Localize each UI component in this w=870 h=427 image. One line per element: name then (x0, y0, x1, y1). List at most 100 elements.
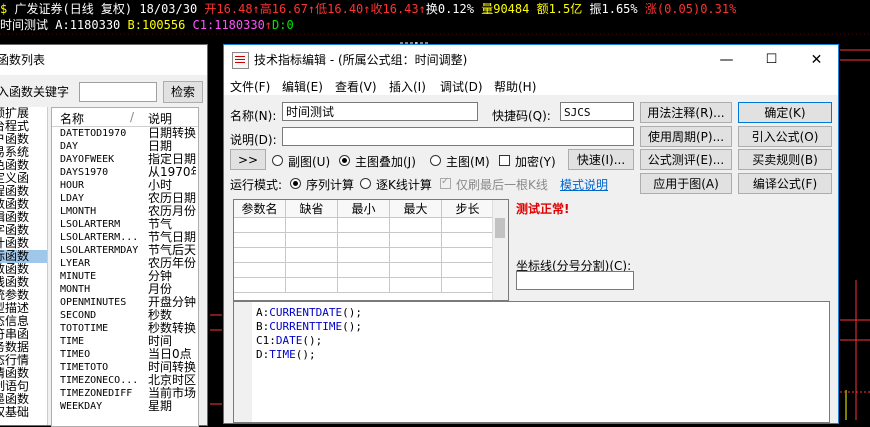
function-table[interactable]: 名称 / 说明 DATETOD1970 日期转换 DAY 日期 DAYOFWEEK 指定日… (51, 107, 199, 427)
menu-help[interactable]: 帮助(H) (494, 78, 536, 95)
evaluate-formula-button[interactable]: 公式测评(E)... (640, 149, 732, 170)
minimize-icon[interactable]: — (704, 45, 749, 75)
category-item[interactable]: 制语句 (0, 380, 47, 393)
function-row[interactable]: MINUTE 分钟 (52, 270, 198, 283)
col-desc-header[interactable]: 说明 (148, 110, 172, 127)
category-item[interactable]: 权基础 (0, 406, 47, 419)
encrypt-checkbox[interactable] (499, 155, 510, 166)
category-item[interactable]: 标函数 (0, 250, 47, 263)
apply-to-chart-button[interactable]: 应用于图(A) (640, 173, 732, 194)
radio-sequence[interactable] (290, 178, 301, 189)
function-row[interactable]: TIMEZONECO... 北京时区 (52, 374, 198, 387)
category-item[interactable]: 台程式 (0, 120, 47, 133)
category-item[interactable]: 型描述 (0, 302, 47, 315)
function-row[interactable]: TIMEZONEDIFF 当前市场 (52, 387, 198, 400)
param-cell[interactable] (338, 263, 390, 278)
category-item[interactable]: 户函数 (0, 133, 47, 146)
category-item[interactable]: 务数据 (0, 341, 47, 354)
category-item[interactable]: 态信息 (0, 315, 47, 328)
function-row[interactable]: DAYOFWEEK 指定日期 (52, 153, 198, 166)
param-cell[interactable] (234, 263, 286, 278)
category-item[interactable]: 色函数 (0, 159, 47, 172)
radio-main-overlay[interactable] (339, 155, 350, 166)
category-item[interactable]: 字函数 (0, 224, 47, 237)
shortcut-field[interactable]: SJCS (560, 102, 634, 121)
menu-file[interactable]: 文件(F) (230, 78, 270, 95)
function-row[interactable]: WEEKDAY 星期 (52, 400, 198, 413)
function-row[interactable]: DAY 日期 (52, 140, 198, 153)
function-row[interactable]: LDAY 农历日期 (52, 192, 198, 205)
category-item[interactable]: 统参数 (0, 289, 47, 302)
param-cell[interactable] (338, 233, 390, 248)
param-cell[interactable] (286, 248, 338, 263)
category-item[interactable]: 态行情 (0, 354, 47, 367)
param-cell[interactable] (442, 248, 494, 263)
category-item[interactable]: 计函数 (0, 237, 47, 250)
function-row[interactable]: TIMETOTO 时间转换 (52, 361, 198, 374)
param-cell[interactable] (286, 218, 338, 233)
radio-sub-chart[interactable] (272, 155, 283, 166)
param-cell[interactable] (286, 233, 338, 248)
param-cell[interactable] (338, 248, 390, 263)
description-field[interactable] (282, 127, 634, 146)
parameter-scrollbar[interactable] (492, 200, 508, 300)
function-row[interactable]: OPENMINUTES 开盘分钟 (52, 296, 198, 309)
param-cell[interactable] (390, 263, 442, 278)
function-row[interactable]: LMONTH 农历月份 (52, 205, 198, 218)
dialog-titlebar[interactable]: 技术指标编辑 - (所属公式组：时间调整) — ☐ ✕ (224, 45, 838, 75)
param-cell[interactable] (390, 233, 442, 248)
param-cell[interactable] (442, 218, 494, 233)
param-cell[interactable] (338, 218, 390, 233)
category-item[interactable]: 线函数 (0, 276, 47, 289)
function-row[interactable]: LSOLARTERMDAY 节气后天 (52, 244, 198, 257)
function-row[interactable]: TIME 时间 (52, 335, 198, 348)
radio-main-chart[interactable] (430, 155, 441, 166)
import-formula-button[interactable]: 引入公式(O) (738, 126, 832, 147)
menu-edit[interactable]: 编辑(E) (282, 78, 323, 95)
param-cell[interactable] (234, 278, 286, 293)
category-item[interactable]: 定义函 (0, 172, 47, 185)
category-item[interactable]: 数函数 (0, 263, 47, 276)
param-cell[interactable] (286, 278, 338, 293)
expand-button[interactable]: >> (230, 149, 266, 170)
param-cell[interactable] (234, 218, 286, 233)
function-row[interactable]: SECOND 秒数 (52, 309, 198, 322)
compile-formula-button[interactable]: 编译公式(F) (738, 173, 832, 194)
param-cell[interactable] (338, 278, 390, 293)
category-item[interactable]: 情函数 (0, 367, 47, 380)
trade-rules-button[interactable]: 买卖规则(B) (738, 149, 832, 170)
function-row[interactable]: HOUR 小时 (52, 179, 198, 192)
category-item[interactable]: 辑函数 (0, 211, 47, 224)
function-row[interactable]: LSOLARTERM... 节气日期 (52, 231, 198, 244)
function-row[interactable]: TOTOTIME 秒数转换 (52, 322, 198, 335)
menu-view[interactable]: 查看(V) (335, 78, 377, 95)
function-row[interactable]: MONTH 月份 (52, 283, 198, 296)
param-cell[interactable] (390, 278, 442, 293)
function-row[interactable]: DATETOD1970 日期转换 (52, 127, 198, 140)
close-icon[interactable]: ✕ (794, 45, 839, 75)
period-button[interactable]: 使用周期(P)... (640, 126, 732, 147)
category-item[interactable]: 易系统 (0, 146, 47, 159)
param-cell[interactable] (442, 263, 494, 278)
function-row[interactable]: LSOLARTERM 节气 (52, 218, 198, 231)
name-field[interactable]: 时间测试 (282, 102, 478, 121)
formula-editor[interactable]: A:CURRENTDATE(); B:CURRENTTIME(); C1:DATE(… (233, 301, 830, 423)
search-input[interactable] (79, 82, 157, 102)
menu-debug[interactable]: 调试(D) (440, 78, 483, 95)
param-cell[interactable] (234, 233, 286, 248)
category-item[interactable]: 符串函 (0, 328, 47, 341)
axis-lines-field[interactable] (516, 271, 634, 290)
category-item[interactable]: 程函数 (0, 185, 47, 198)
ok-button[interactable]: 确定(K) (738, 102, 832, 123)
category-item[interactable]: 数函数 (0, 198, 47, 211)
param-cell[interactable] (442, 278, 494, 293)
last-bar-only-checkbox[interactable] (440, 176, 451, 189)
function-row[interactable]: TIMEO 当日0点 (52, 348, 198, 361)
function-row[interactable]: DAYS1970 从1970年 (52, 166, 198, 179)
usage-notes-button[interactable]: 用法注释(R)... (640, 102, 732, 123)
category-item[interactable]: 频扩展 (0, 107, 47, 120)
parameter-table[interactable]: 参数名 缺省 最小 最大 步长 (233, 199, 509, 301)
category-item[interactable]: 墨函数 (0, 393, 47, 406)
param-cell[interactable] (390, 248, 442, 263)
param-cell[interactable] (442, 233, 494, 248)
